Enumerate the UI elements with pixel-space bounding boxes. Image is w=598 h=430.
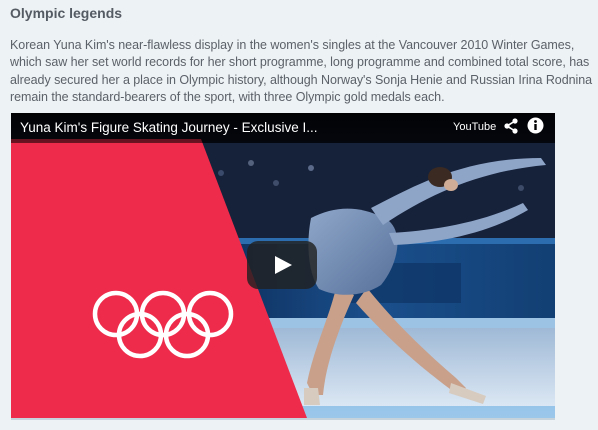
video-title-link[interactable]: Yuna Kim's Figure Skating Journey - Excl… <box>20 120 317 135</box>
youtube-logo[interactable]: YouTube <box>453 121 496 133</box>
article-panel: Olympic legends Korean Yuna Kim's near-f… <box>0 0 598 430</box>
video-bottom-border <box>11 418 555 420</box>
article-paragraph: Korean Yuna Kim's near-flawless display … <box>10 38 593 104</box>
info-icon[interactable] <box>527 117 544 134</box>
article-heading: Olympic legends <box>10 5 123 21</box>
share-icon[interactable] <box>503 118 519 134</box>
video-player[interactable]: Yuna Kim's Figure Skating Journey - Excl… <box>11 113 555 418</box>
play-button[interactable] <box>247 241 317 289</box>
play-icon <box>275 256 292 274</box>
video-title-bar: Yuna Kim's Figure Skating Journey - Excl… <box>11 113 555 143</box>
